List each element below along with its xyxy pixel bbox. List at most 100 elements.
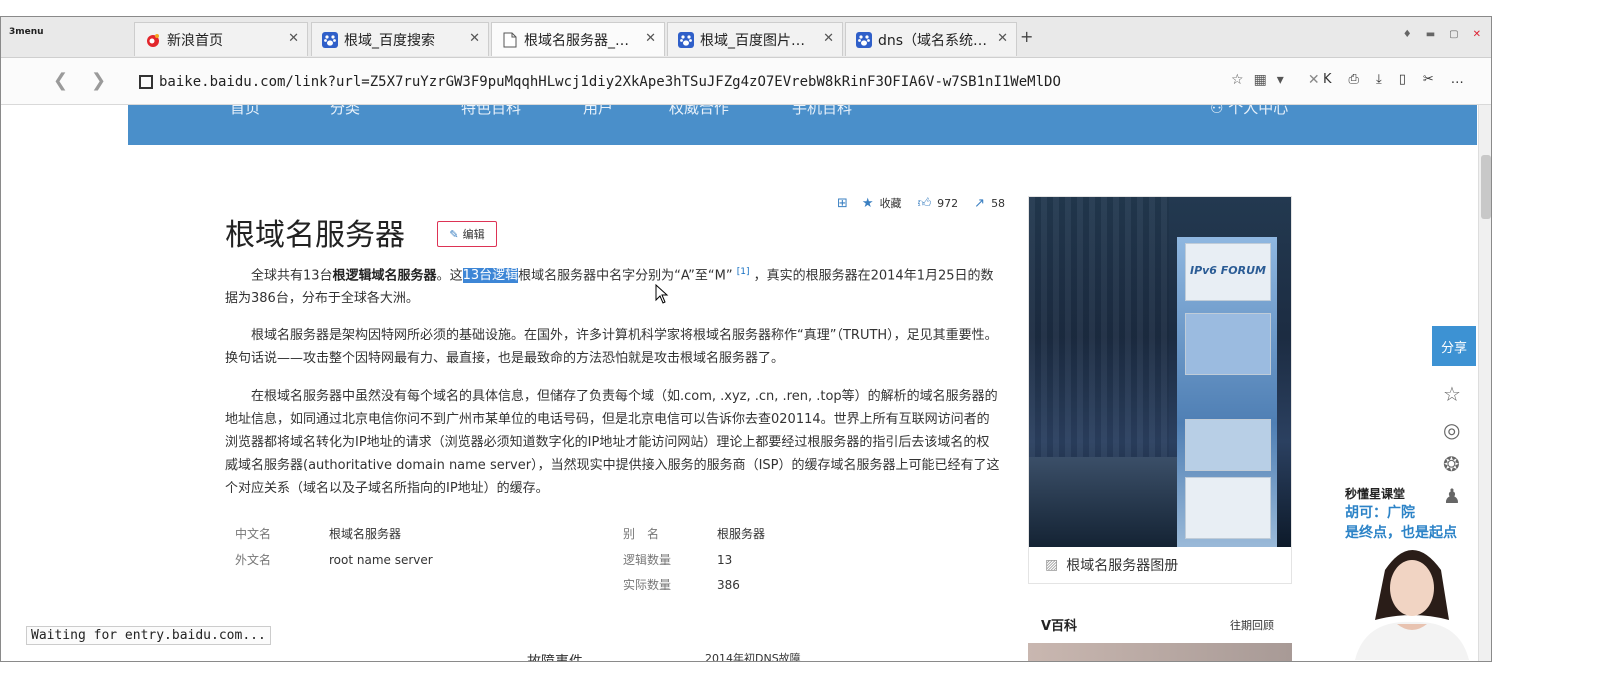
new-tab-button[interactable]: + [1020,27,1033,46]
photo-panel [1185,313,1271,375]
info-key: 别 名 [623,527,660,541]
weibo-icon[interactable]: ◎ [1443,418,1460,442]
info-row: 别 名 根服务器 [623,525,765,542]
close-icon[interactable]: ✕ [823,31,834,46]
collect-star-icon[interactable]: ★ [862,196,874,211]
edit-button[interactable]: ✎ 编辑 [437,221,497,247]
bookmark-icon[interactable]: ▯ [1399,72,1406,87]
info-key: 实际数量 [623,578,672,592]
tab-label: dns（域名系统… [878,32,988,49]
p1-text-c: 。这 [436,268,463,284]
printer-icon[interactable]: ⎙ [1349,72,1359,87]
nav-category[interactable]: 分类 [330,105,360,118]
add-icon[interactable]: ⊞ [837,196,848,211]
scrollbar-thumb[interactable] [1481,155,1491,219]
info-row: 实际数量 386 [623,576,740,593]
baidu-paw-icon [678,31,694,48]
photo-sign-text: IPv6 FORUM [1189,264,1267,277]
vbaike-thumbnail[interactable] [1028,643,1292,661]
url-text[interactable]: baike.baidu.com/link?url=Z5X7ruYzrGW3F9p… [159,74,1219,90]
selected-text[interactable]: 13台逻辑 [462,268,519,284]
collect-label[interactable]: 收藏 [880,195,902,211]
share-label: 分享 [1440,340,1467,356]
info-value: 根服务器 [717,527,766,541]
scrollbar[interactable] [1478,105,1491,661]
minimize-icon[interactable]: ▬ [1426,29,1435,40]
paragraph-2: 根域名服务器是架构因特网所必须的基础设施。在国外，许多计算机科学家将根域名服务器… [225,328,998,366]
nav-featured[interactable]: 特色百科 [461,105,521,118]
pin-icon[interactable]: ♦ [1403,29,1412,40]
tab-sina[interactable]: 新浪首页 ✕ [134,22,308,56]
article-tools: ⊞ ★ 收藏 👍︎ 972 ↗ 58 [837,195,1005,211]
album-photo[interactable]: IPv6 FORUM [1029,197,1291,547]
like-icon[interactable]: 👍︎ [918,196,932,211]
clear-icon[interactable]: ✕ [1308,72,1320,88]
nav-partner[interactable]: 权威合作 [669,105,729,118]
photo-panel [1185,419,1271,471]
p1-text-d: 根域名服务器中名字分别为“A”至“M” [518,268,733,284]
pencil-icon: ✎ [449,227,459,241]
url-field[interactable]: baike.baidu.com/link?url=Z5X7ruYzrGW3F9p… [139,70,1249,94]
dropdown-icon[interactable]: ▾ [1277,72,1284,88]
close-icon[interactable]: ✕ [288,31,299,46]
address-actions: ☆ ▦ ▾ ✕ [1231,72,1320,88]
baidu-paw-icon [322,31,338,48]
p1-bold[interactable]: 根逻辑域名服务器 [333,268,437,283]
promo-line2: 胡可：广院 [1345,505,1415,521]
maximize-icon[interactable]: ▢ [1449,29,1458,40]
site-nav: 首页 分类 特色百科 用户 权威合作 手机百科 ⚇ 个人中心 [128,105,1477,145]
tab-label: 根域名服务器_… [524,32,629,49]
close-icon[interactable]: ✕ [645,31,656,46]
p1-text-a: 全球共有13台 [251,268,333,284]
nav-user[interactable]: 用户 [583,105,613,118]
info-value: 13 [717,553,733,567]
vbaike-archive-link[interactable]: 往期回顾 [1230,617,1274,633]
qzone-star-icon[interactable]: ☆ [1443,382,1461,406]
menu-logo[interactable]: 3menu [9,27,44,37]
tab-baidu-search[interactable]: 根域_百度搜索 ✕ [311,22,489,56]
share-arrow-icon[interactable]: ↗ [974,196,985,211]
tab-baidu-images[interactable]: 根域_百度图片… ✕ [667,22,843,56]
vbaike-title: V百科 [1041,619,1078,634]
back-icon[interactable]: ❮ [53,70,68,91]
tab-root-dns[interactable]: 根域名服务器_… ✕ [491,22,665,56]
info-row: 外文名 root name server [235,551,433,568]
star-icon[interactable]: ☆ [1231,72,1244,88]
close-icon[interactable]: ✕ [997,31,1008,46]
nav-personal-label: 个人中心 [1228,105,1289,117]
album-caption[interactable]: ▨ 根域名服务器图册 [1045,555,1178,575]
page-title: 根域名服务器 [225,218,405,253]
close-icon[interactable]: ✕ [469,31,480,46]
share-count: 58 [991,196,1006,210]
tab-dns[interactable]: dns（域名系统… ✕ [845,22,1017,56]
close-window-icon[interactable]: ✕ [1473,29,1481,40]
info-value: 根域名服务器 [329,527,402,541]
extension-toolbar: K ⎙ ⤓ ▯ ✂ … [1323,72,1464,87]
info-value: 386 [717,578,740,592]
fault-item[interactable]: 2014年初DNS故障 [705,650,801,661]
more-icon[interactable]: … [1451,72,1464,87]
promo-person-image[interactable] [1345,540,1479,660]
picture-icon: ▨ [1045,557,1059,573]
promo-banner[interactable]: 秒懂星课堂 胡可：广院 是终点，也是起点 [1345,485,1479,542]
like-count: 972 [937,196,959,210]
window-controls: ♦ ▬ ▢ ✕ [1403,29,1481,40]
nav-personal-center[interactable]: ⚇ 个人中心 [1210,105,1288,118]
nav-home[interactable]: 首页 [230,105,260,118]
page-content: 首页 分类 特色百科 用户 权威合作 手机百科 ⚇ 个人中心 ⊞ ★ 收藏 👍︎… [1,105,1477,661]
scissors-icon[interactable]: ✂ [1423,72,1434,87]
share-button[interactable]: 分享 [1432,326,1476,366]
wechat-icon[interactable]: ❂ [1443,452,1460,476]
paragraph-1: 全球共有13台根逻辑域名服务器。这13台逻辑根域名服务器中名字分别为“A”至“M… [225,261,1001,310]
album-caption-text: 根域名服务器图册 [1066,558,1179,574]
qr-icon[interactable]: ▦ [1254,72,1267,88]
nav-mobile[interactable]: 手机百科 [792,105,852,118]
info-value: root name server [329,553,433,567]
reference-link[interactable]: [1] [737,267,750,277]
document-icon [502,32,518,48]
baidu-paw-icon [856,31,872,48]
image-album[interactable]: IPv6 FORUM ▨ 根域名服务器图册 [1028,196,1292,584]
download-icon[interactable]: ⤓ [1376,72,1382,87]
extension-k-icon[interactable]: K [1323,72,1332,87]
forward-icon[interactable]: ❯ [91,70,106,91]
